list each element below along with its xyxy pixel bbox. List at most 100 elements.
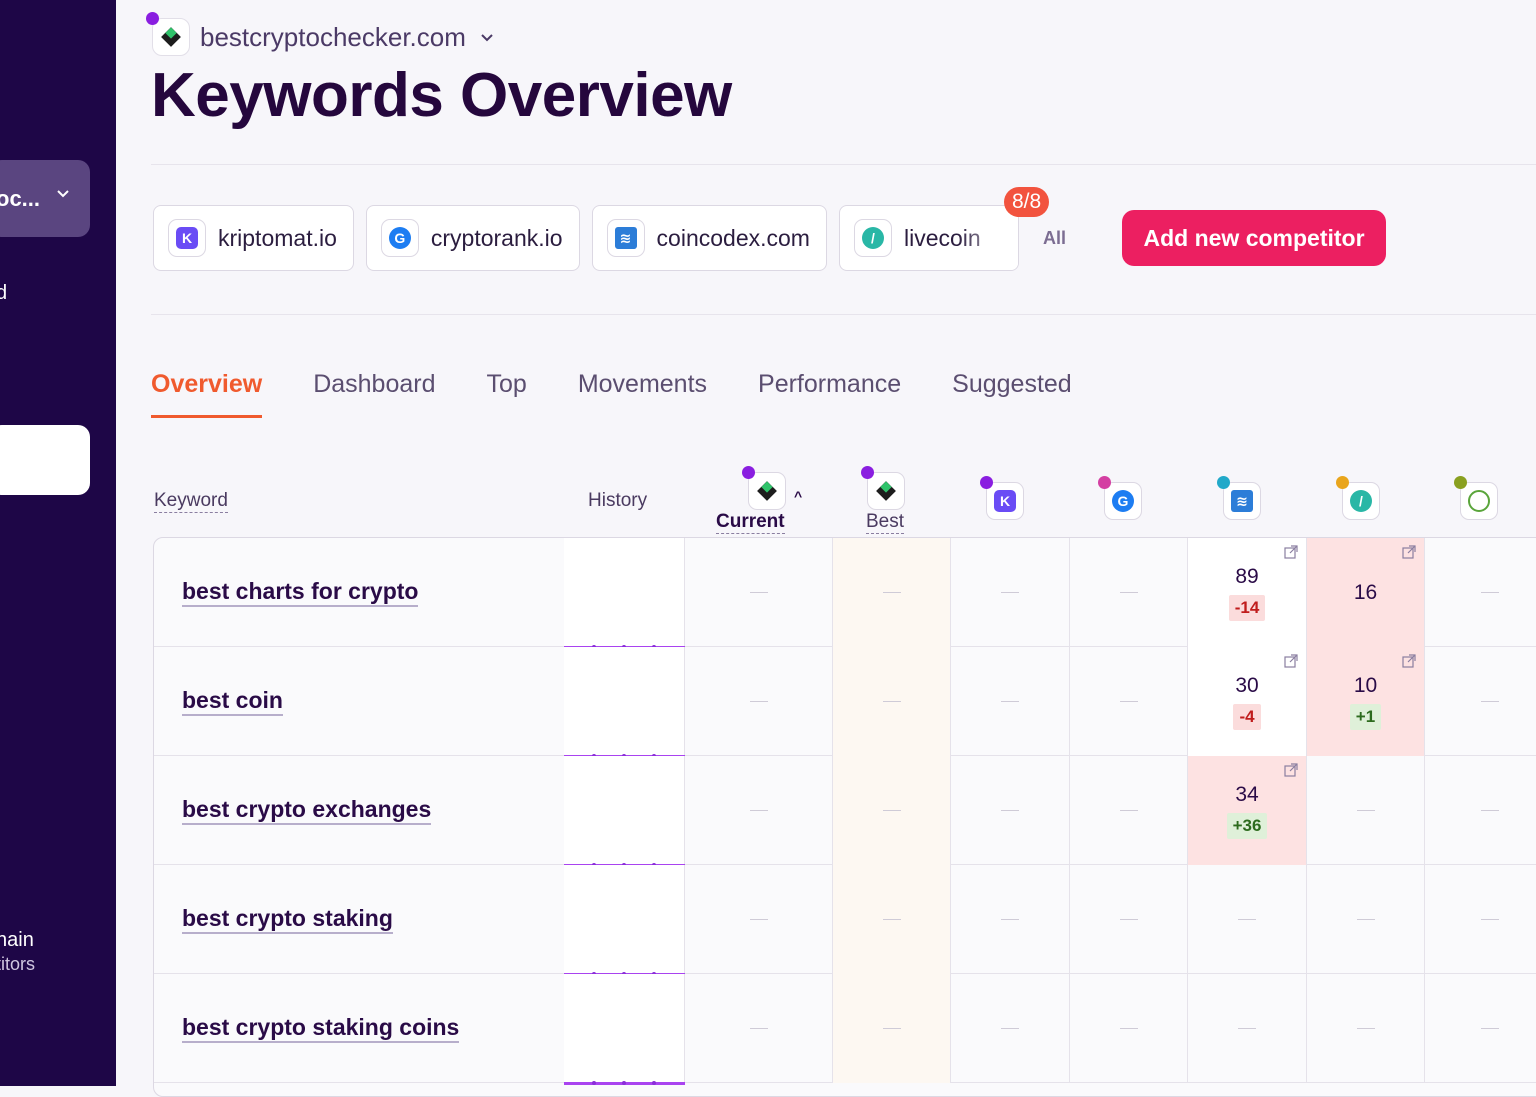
current-cell — [685, 974, 833, 1083]
tab-performance[interactable]: Performance — [758, 370, 901, 418]
tab-movements[interactable]: Movements — [578, 370, 707, 418]
livecoinwatch-icon — [1468, 490, 1490, 512]
column-header-history: History — [588, 490, 648, 511]
history-cell[interactable] — [564, 974, 685, 1085]
column-header-keyword[interactable]: Keyword — [154, 490, 228, 513]
add-competitor-button[interactable]: Add new competitor — [1122, 210, 1386, 266]
rank-value: 10 — [1353, 673, 1378, 697]
sidebar-domain-sub: titors — [0, 954, 36, 974]
keyword-link[interactable]: best charts for crypto — [182, 578, 419, 607]
sidebar-item[interactable]: d — [0, 282, 7, 305]
kriptomat-cell — [951, 756, 1070, 865]
chevron-down-icon — [57, 190, 69, 198]
tab-suggested[interactable]: Suggested — [952, 370, 1072, 418]
kriptomat-cell — [951, 865, 1070, 974]
column-header-current[interactable]: Current — [716, 511, 785, 534]
table-row: best crypto exchanges 34 +36 — [154, 756, 1536, 867]
external-link-icon[interactable] — [1402, 545, 1416, 559]
column-header-kriptomat[interactable]: K — [980, 476, 1024, 520]
competitor-chip[interactable]: / livecoin — [838, 205, 1019, 271]
history-cell[interactable] — [564, 647, 685, 758]
competitor-name: livecoin — [903, 224, 981, 251]
rank-delta: +36 — [1226, 812, 1268, 839]
livecoinwatch-cell — [1425, 974, 1536, 1083]
table-row: best crypto staking coins — [154, 974, 1536, 1085]
gem-icon — [876, 481, 896, 501]
competitor-chip[interactable]: ≋ coincodex.com — [591, 205, 827, 271]
coincodex-cell[interactable]: 30 -4 — [1188, 647, 1307, 756]
best-cell — [833, 647, 951, 756]
column-header-cryptorank[interactable]: G — [1098, 476, 1142, 520]
history-cell[interactable] — [564, 538, 685, 649]
kriptomat-icon: K — [994, 490, 1016, 512]
external-link-icon[interactable] — [1284, 545, 1298, 559]
competitor-name: coincodex.com — [656, 224, 810, 251]
kriptomat-cell — [951, 974, 1070, 1083]
rank-delta: -14 — [1228, 594, 1266, 621]
tab-dashboard[interactable]: Dashboard — [313, 370, 435, 418]
column-header-current-icon[interactable] — [742, 466, 786, 510]
gem-icon — [757, 481, 777, 501]
table-row: best charts for crypto 89 -14 16 — [154, 538, 1536, 649]
sort-ascending-icon[interactable]: ^ — [794, 488, 802, 504]
column-header-best[interactable]: Best — [866, 511, 905, 534]
kriptomat-icon: K — [168, 219, 206, 257]
keyword-link[interactable]: best crypto exchanges — [182, 796, 432, 825]
history-sparkline — [564, 1081, 685, 1085]
tab-overview[interactable]: Overview — [151, 370, 263, 418]
coincodex-cell — [1188, 974, 1307, 1083]
cryptorank-cell — [1070, 538, 1188, 647]
current-cell — [685, 865, 833, 974]
coincodex-cell — [1188, 865, 1307, 974]
project-selector[interactable]: oc... — [0, 160, 90, 237]
domain-selector[interactable]: bestcryptochecker.com — [146, 12, 494, 56]
coincodex-cell[interactable]: 34 +36 — [1188, 756, 1307, 865]
livecoin-icon: / — [1350, 490, 1372, 512]
keyword-link[interactable]: best coin — [182, 687, 283, 716]
livecoinwatch-cell — [1425, 538, 1536, 647]
rank-value: 16 — [1353, 580, 1378, 604]
domain-name: bestcryptochecker.com — [200, 21, 466, 52]
column-header-coincodex[interactable]: ≋ — [1217, 476, 1261, 520]
cryptorank-icon: G — [1112, 490, 1134, 512]
sidebar-item-domain[interactable]: nain titors — [0, 928, 35, 976]
competitor-chip[interactable]: K kriptomat.io — [153, 205, 354, 271]
history-cell[interactable] — [564, 865, 685, 976]
tab-top[interactable]: Top — [487, 370, 527, 418]
current-cell — [685, 538, 833, 647]
livecoin-cell[interactable]: 10 +1 — [1307, 647, 1425, 756]
all-competitors-link[interactable]: All — [1043, 228, 1066, 249]
best-cell — [833, 538, 951, 647]
sidebar-active-item[interactable] — [0, 425, 90, 495]
competitor-name: kriptomat.io — [218, 224, 337, 251]
livecoin-icon: / — [853, 219, 892, 257]
livecoin-cell — [1307, 865, 1425, 974]
coincodex-cell[interactable]: 89 -14 — [1188, 538, 1307, 647]
cryptorank-cell — [1070, 865, 1188, 974]
external-link-icon[interactable] — [1284, 654, 1298, 668]
sidebar-domain-label: nain — [0, 929, 34, 951]
keyword-link[interactable]: best crypto staking — [182, 905, 393, 934]
external-link-icon[interactable] — [1402, 654, 1416, 668]
keyword-link[interactable]: best crypto staking coins — [182, 1014, 460, 1043]
cryptorank-icon: G — [380, 219, 419, 257]
kriptomat-cell — [951, 647, 1070, 756]
column-header-livecoinwatch[interactable] — [1454, 476, 1498, 520]
column-header-best-icon[interactable] — [861, 466, 905, 510]
competitor-list: K kriptomat.io G cryptorank.io ≋ coincod… — [153, 205, 1066, 271]
history-cell[interactable] — [564, 756, 685, 867]
chevron-down-icon — [481, 34, 493, 42]
rank-value: 30 — [1235, 673, 1259, 697]
column-header-livecoin[interactable]: / — [1336, 476, 1380, 520]
kriptomat-cell — [951, 538, 1070, 647]
tab-bar: Overview Dashboard Top Movements Perform… — [151, 370, 1123, 418]
competitor-chip[interactable]: G cryptorank.io — [365, 205, 580, 271]
competitor-count-badge: 8/8 — [1004, 187, 1050, 217]
livecoinwatch-cell — [1425, 647, 1536, 756]
current-cell — [685, 647, 833, 756]
external-link-icon[interactable] — [1284, 763, 1298, 777]
gem-icon — [161, 27, 181, 47]
best-cell — [833, 865, 951, 974]
livecoin-cell[interactable]: 16 — [1307, 538, 1425, 647]
livecoin-cell — [1307, 756, 1425, 865]
